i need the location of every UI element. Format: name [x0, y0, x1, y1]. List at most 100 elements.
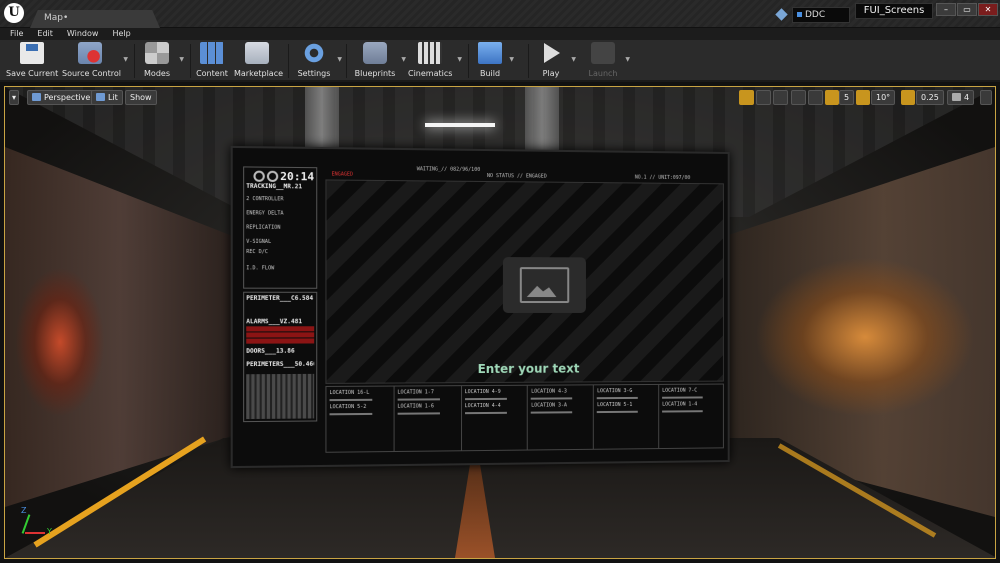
fui-alarm-row [246, 326, 315, 332]
launch-button[interactable]: Launch ▼ [586, 42, 630, 80]
fui-top-label: NO.1 // UNIT:097/00 [634, 174, 691, 182]
fui-screen[interactable]: 20:14 TRACKING__MR.21 2 CONTROLLER ENERG… [230, 145, 730, 469]
toolbar-divider [346, 44, 347, 78]
fui-location-col: LOCATION 4-9 LOCATION 4-4 [461, 385, 529, 451]
camera-speed-icon [952, 93, 961, 101]
chevron-down-icon[interactable]: ▼ [509, 56, 514, 63]
menu-window[interactable]: Window [67, 28, 99, 40]
maximize-button[interactable]: ▭ [957, 3, 977, 16]
fui-status-box: PERIMETER___C6.584 ALARMS___VZ.481 DOORS… [243, 291, 318, 423]
fui-bar [464, 397, 507, 401]
lit-button[interactable]: Lit [91, 90, 123, 105]
perspective-label: Perspective [44, 93, 91, 102]
rotate-tool-icon[interactable] [756, 90, 771, 105]
camera-speed-button[interactable]: 4 [947, 90, 975, 105]
content-label: Content [196, 69, 228, 78]
project-name: FUI_Screens [855, 3, 933, 19]
chevron-down-icon[interactable]: ▼ [457, 56, 462, 63]
chevron-down-icon[interactable]: ▼ [625, 56, 630, 63]
fui-bar [397, 398, 440, 401]
fui-doors: DOORS___13.86 [246, 347, 295, 355]
fui-location: LOCATION 3-G [597, 388, 633, 395]
ring-icon [266, 170, 279, 183]
minimize-button[interactable]: – [936, 3, 956, 16]
scale-snap-icon[interactable] [901, 90, 915, 105]
fui-location: LOCATION 5-2 [329, 403, 367, 411]
fui-location: LOCATION 16-L [329, 389, 370, 397]
chevron-down-icon[interactable]: ▼ [401, 56, 406, 63]
scale-tool-icon[interactable] [773, 90, 788, 105]
fui-top-label: ENGAGED [331, 171, 354, 178]
scale-snap-value[interactable]: 0.25 [916, 90, 944, 105]
build-label: Build [479, 69, 501, 78]
rotation-snap-icon[interactable] [856, 90, 870, 105]
surface-snap-icon[interactable] [808, 90, 823, 105]
build-button[interactable]: Build ▼ [476, 42, 514, 80]
axis-y-label: Y [47, 527, 52, 536]
camera-speed-value: 4 [964, 93, 970, 102]
play-button[interactable]: Play ▼ [536, 42, 576, 80]
show-button[interactable]: Show [125, 90, 157, 105]
content-button[interactable]: Content [196, 42, 228, 80]
marketplace-label: Marketplace [234, 69, 284, 78]
fui-clock-value: 20:14 [280, 169, 315, 184]
fui-placeholder-text[interactable]: Enter your text [326, 361, 724, 377]
menu-help[interactable]: Help [112, 28, 130, 40]
chevron-down-icon: ▾ [12, 93, 17, 102]
scene-glow-left [15, 267, 105, 417]
fui-left-panel: 20:14 TRACKING__MR.21 2 CONTROLLER ENERG… [243, 166, 318, 461]
axis-y-line [21, 514, 31, 534]
close-button[interactable]: ✕ [978, 3, 998, 16]
chevron-down-icon[interactable]: ▼ [123, 56, 128, 63]
settings-button[interactable]: Settings ▼ [296, 42, 342, 80]
toolbar-divider [190, 44, 191, 78]
menu-file[interactable]: File [10, 28, 23, 40]
chevron-down-icon[interactable]: ▼ [571, 56, 576, 63]
translate-tool-icon[interactable] [739, 90, 754, 105]
save-current-button[interactable]: Save Current [6, 42, 58, 80]
world-space-icon[interactable] [791, 90, 806, 105]
modes-button[interactable]: Modes ▼ [140, 42, 184, 80]
level-viewport[interactable]: ▾ Perspective Lit Show 5 10° 0.25 4 20:1… [4, 86, 996, 559]
fui-main-display: Enter your text [325, 179, 724, 384]
blueprints-button[interactable]: Blueprints ▼ [354, 42, 406, 80]
fui-item: 2 CONTROLLER [246, 195, 284, 203]
fui-top-label: NO STATUS // ENGAGED [486, 173, 547, 180]
toolbar-divider [468, 44, 469, 78]
fui-location: LOCATION 1-4 [662, 401, 698, 408]
viewport-options-button[interactable]: ▾ [9, 90, 20, 105]
tab-map[interactable]: Map• [30, 10, 160, 28]
settings-label: Settings [297, 69, 331, 78]
blueprints-label: Blueprints [354, 69, 396, 78]
fui-location: LOCATION 3-A [531, 402, 567, 409]
fui-bar [597, 396, 638, 400]
cinematics-button[interactable]: Cinematics ▼ [408, 42, 462, 80]
axis-z-label: Z [21, 506, 27, 515]
fui-perimeters: PERIMETERS___50.460 [246, 360, 315, 369]
grid-snap-value[interactable]: 5 [839, 90, 855, 105]
scene-light [425, 123, 495, 127]
cinematics-label: Cinematics [408, 69, 453, 78]
fui-clock: 20:14 [246, 169, 314, 183]
maximize-viewport-icon[interactable] [980, 90, 992, 105]
fui-location: LOCATION 4-3 [531, 388, 567, 395]
fui-item: REPLICATION [246, 224, 281, 231]
grid-snap-icon[interactable] [825, 90, 839, 105]
perspective-button[interactable]: Perspective [27, 90, 96, 105]
modes-icon [145, 42, 169, 64]
rotation-snap-value[interactable]: 10° [871, 90, 896, 105]
fui-tracking: TRACKING__MR.21 [246, 182, 303, 191]
fui-item: ENERGY DELTA [246, 210, 284, 217]
menu-edit[interactable]: Edit [37, 28, 53, 40]
source-control-button[interactable]: Source Control ▼ [62, 42, 128, 80]
chevron-down-icon[interactable]: ▼ [337, 56, 342, 63]
fui-location-col: LOCATION 3-G LOCATION 5-1 [594, 384, 660, 449]
chevron-down-icon[interactable]: ▼ [179, 56, 184, 63]
ddc-indicator[interactable]: DDC [792, 7, 850, 23]
axis-x-line [25, 532, 45, 534]
fui-bar [531, 397, 573, 400]
source-control-status-icon[interactable] [775, 8, 788, 21]
marketplace-button[interactable]: Marketplace [234, 42, 284, 80]
fui-location-col: LOCATION 1-7 LOCATION 1-6 [394, 386, 462, 452]
fui-spacer [246, 302, 314, 318]
